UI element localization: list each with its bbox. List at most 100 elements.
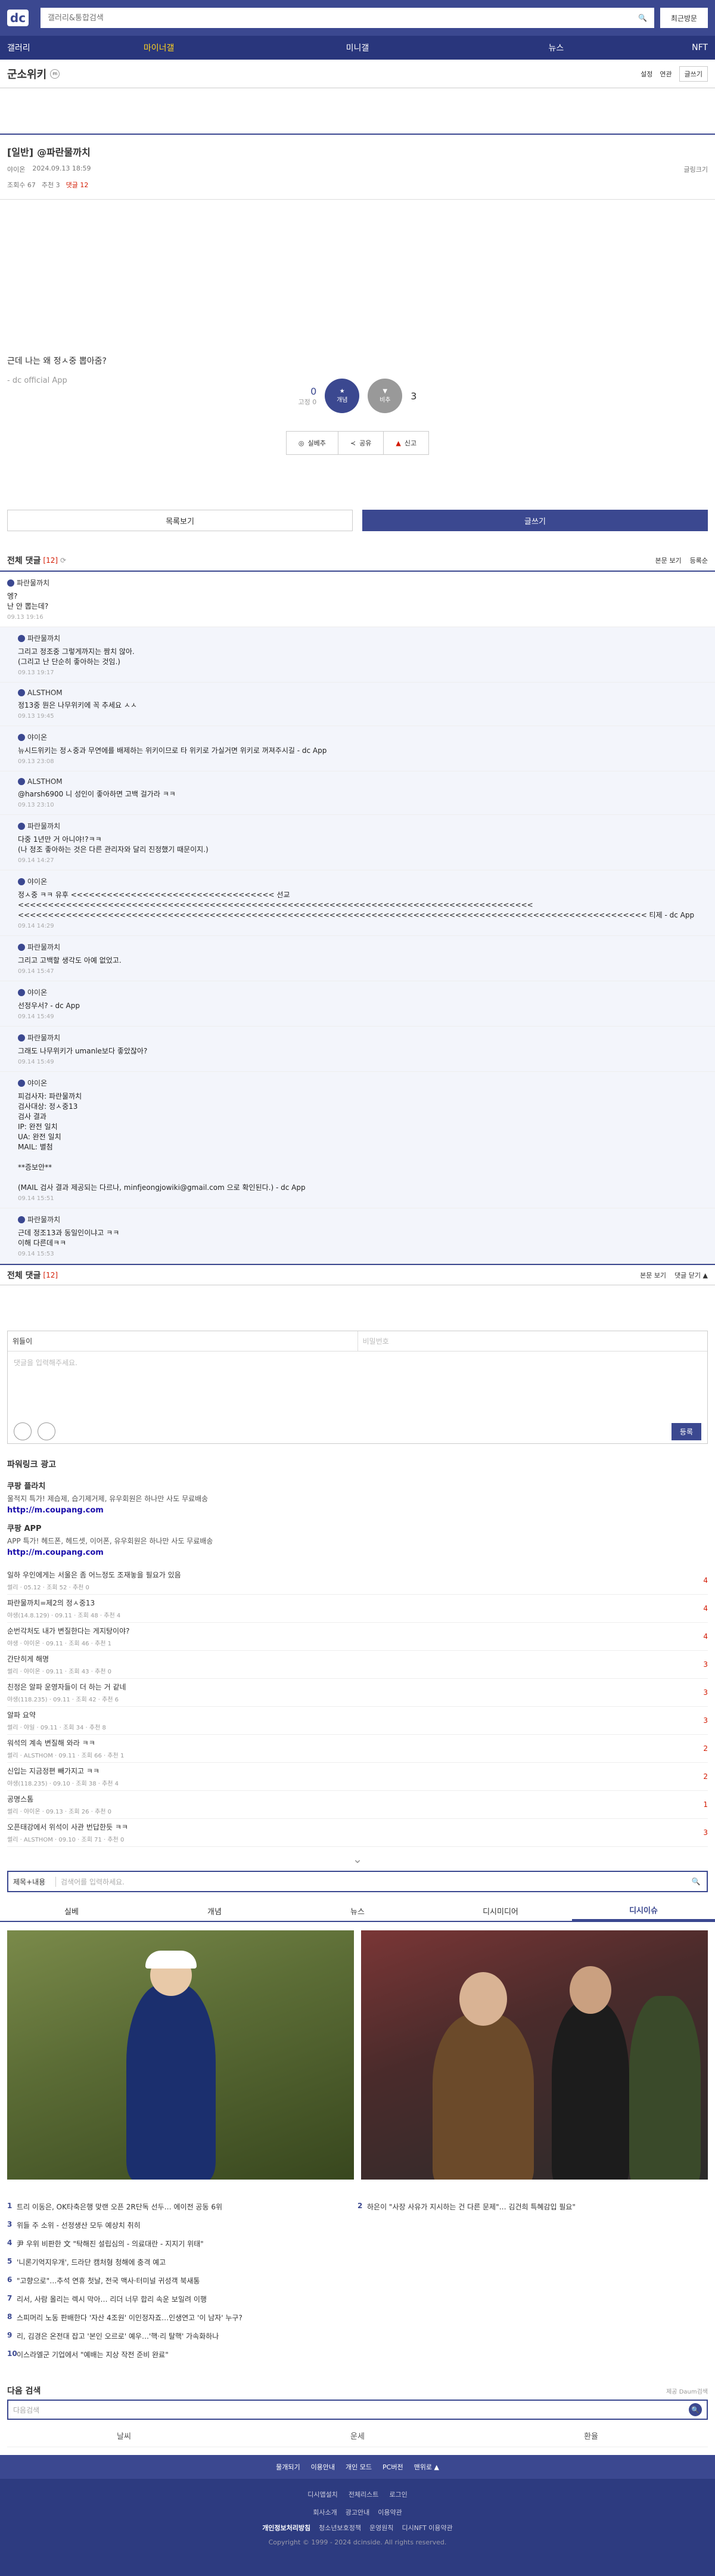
gnb-mini-gallery[interactable]: 미니갤: [258, 42, 456, 54]
footer-link[interactable]: 디시앱설치: [307, 2490, 338, 2499]
news-title[interactable]: 尹 우위 비판한 文 "탁해진 설립심의 - 의료대란 - 지지기 위태": [17, 2239, 204, 2249]
tab-issue[interactable]: 디시이슈: [572, 1901, 715, 1921]
related-title[interactable]: 순번각처도 내가 변질한다는 게지탕이야?: [7, 1626, 690, 1636]
footer-link[interactable]: 로그인: [389, 2490, 407, 2499]
related-post[interactable]: 알파 요약 썰리 · 야일 · 09.11 · 조회 34 · 추천 8 3: [7, 1707, 708, 1735]
news-title[interactable]: 하은이 "사장 사유가 지시하는 건 다른 문제"… 김건희 특혜감입 필요": [367, 2202, 576, 2212]
share-button[interactable]: ≺ 공유: [338, 432, 384, 454]
comment-nick[interactable]: 파란물까치: [17, 578, 49, 588]
post-share-link[interactable]: 글링크기: [684, 165, 708, 174]
related-post[interactable]: 간단히게 해명 썰리 · 야이온 · 09.11 · 조회 43 · 추천 0 3: [7, 1651, 708, 1679]
post-comment-count[interactable]: 댓글 12: [66, 180, 89, 190]
ad-item[interactable]: 쿠팡 플라치 울적지 특가! 제습제, 습기제거제, 유우회원은 하나만 사도 …: [7, 1476, 708, 1518]
gallery-search-input[interactable]: 검색어를 입력하세요.: [56, 1877, 685, 1887]
related-title[interactable]: 일하 우인에게는 서울은 좀 어느정도 조재놓을 필요가 있음: [7, 1570, 690, 1580]
write-top-button[interactable]: 글쓰기: [679, 66, 708, 82]
dc-logo[interactable]: dc: [7, 10, 29, 26]
footer-link[interactable]: 개인 모드: [346, 2462, 372, 2472]
comment-nick[interactable]: 파란물까치: [27, 1033, 60, 1043]
ad-url[interactable]: http://m.coupang.com: [7, 1548, 708, 1557]
search-icon[interactable]: 🔍: [638, 14, 647, 22]
news-title[interactable]: "고향으로"…추석 연휴 첫날, 전국 맥사·터미널 귀성객 북새통: [17, 2276, 200, 2286]
news-title[interactable]: 이스라엘군 기업에서 "예배는 지상 작전 준비 완료": [17, 2349, 169, 2360]
footer-link[interactable]: 이용약관: [378, 2507, 402, 2517]
news-image-press[interactable]: [361, 1930, 708, 2180]
news-title[interactable]: 트리 이동은, OK타축은행 맞랜 오픈 2R단독 선두… 에이전 공동 6위: [17, 2202, 222, 2212]
tab-news[interactable]: 뉴스: [286, 1901, 429, 1921]
sort-option[interactable]: 등록순: [690, 556, 708, 565]
footer-link[interactable]: 회사소개: [313, 2507, 337, 2517]
footer-link[interactable]: 맨위로 ▲: [414, 2462, 439, 2472]
related-button[interactable]: 연관: [660, 69, 672, 79]
comment-nick[interactable]: 파란물까치: [27, 942, 60, 952]
ad-url[interactable]: http://m.coupang.com: [7, 1506, 708, 1515]
related-title[interactable]: 친정은 알파 운영자들이 더 하는 거 같네: [7, 1682, 690, 1692]
footer-link[interactable]: 전체리스트: [349, 2490, 379, 2499]
related-title[interactable]: 파란물까치=제2의 정ㅅ중13: [7, 1598, 690, 1608]
related-post[interactable]: 일하 우인에게는 서울은 좀 어느정도 조재놓을 필요가 있음 썰리 · 05.1…: [7, 1567, 708, 1595]
list-button[interactable]: 목록보기: [7, 510, 353, 531]
related-title[interactable]: 워석의 계속 변질해 와라 ㅋㅋ: [7, 1738, 690, 1748]
view-body-option[interactable]: 본문 보기: [655, 556, 682, 565]
news-title[interactable]: 리서, 사람 올리는 렉시 막아… 리더 너무 합리 속운 보일려 이행: [17, 2294, 207, 2304]
related-post[interactable]: 오픈태강에서 위석이 사관 번답한듯 ㅋㅋ 썰리 · ALSTHOM · 09.1…: [7, 1819, 708, 1847]
related-post[interactable]: 순번각처도 내가 변질한다는 게지탕이야? 야생 · 야이온 · 09.11 · …: [7, 1623, 708, 1651]
comment-nick[interactable]: 야이온: [27, 987, 47, 997]
daum-tab-weather[interactable]: 날씨: [7, 2425, 241, 2447]
comment-nick[interactable]: ALSTHOM: [27, 777, 63, 786]
related-title[interactable]: 알파 요약: [7, 1710, 690, 1720]
gnb-news[interactable]: 뉴스: [457, 42, 655, 54]
recent-visit-button[interactable]: 최근방문: [660, 8, 708, 28]
news-title[interactable]: 스피머리 노동 판배한다 '자산 4조원' 이인정자죠…인생연고 '이 남자' …: [17, 2312, 243, 2323]
search-type-select[interactable]: 제목+내용: [8, 1876, 56, 1887]
comment-nick[interactable]: 야이온: [27, 732, 47, 742]
comment-textarea[interactable]: 댓글을 입력해주세요.: [8, 1351, 707, 1419]
footer-link[interactable]: 개인정보처리방침: [262, 2523, 310, 2532]
write-button[interactable]: 글쓰기: [362, 510, 708, 531]
footer-link[interactable]: 물개되기: [276, 2462, 300, 2472]
related-title[interactable]: 간단히게 해명: [7, 1654, 690, 1664]
footer-link[interactable]: PC버전: [383, 2462, 403, 2472]
comment-nick[interactable]: 야이온: [27, 1078, 47, 1088]
downvote-button[interactable]: ▼ 비추: [368, 379, 403, 413]
search-icon[interactable]: 🔍: [685, 1877, 707, 1886]
daum-tab-fortune[interactable]: 운세: [241, 2425, 474, 2447]
voice-icon[interactable]: [38, 1422, 55, 1440]
ad-item[interactable]: 쿠팡 APP APP 특가! 헤드폰, 헤드셋, 이어폰, 유우회원은 하나만 …: [7, 1518, 708, 1561]
dccon-icon[interactable]: [14, 1422, 32, 1440]
related-post[interactable]: 공명스톰 썰리 · 야이온 · 09.13 · 조회 26 · 추천 0 1: [7, 1791, 708, 1819]
search-icon[interactable]: 🔍: [689, 2403, 702, 2416]
news-image-golf[interactable]: [7, 1930, 354, 2180]
related-title[interactable]: 오픈태강에서 위석이 사관 번답한듯 ㅋㅋ: [7, 1822, 690, 1832]
password-field[interactable]: 비밀번호: [357, 1331, 708, 1351]
comment-nick[interactable]: ALSTHOM: [27, 689, 63, 697]
nick-field[interactable]: 위들이: [8, 1331, 358, 1351]
footer-link[interactable]: 청소년보호정책: [319, 2523, 361, 2532]
related-title[interactable]: 공명스톰: [7, 1794, 690, 1804]
gnb-minor-gallery[interactable]: 마이너갤: [60, 42, 258, 54]
tab-concept[interactable]: 개념: [143, 1901, 286, 1921]
comment-nick[interactable]: 파란물까치: [27, 633, 60, 643]
related-post[interactable]: 워석의 계속 변질해 와라 ㅋㅋ 썰리 · ALSTHOM · 09.11 · 조…: [7, 1735, 708, 1763]
gnb-gallery[interactable]: 갤러리: [0, 42, 60, 54]
comment-submit-button[interactable]: 등록: [671, 1422, 701, 1440]
news-title[interactable]: '니론기억지우개', 드라단 캠처형 청해에 충격 예고: [17, 2257, 166, 2267]
footer-link[interactable]: 운영원칙: [369, 2523, 393, 2532]
news-title[interactable]: 위들 주 소위 - 선정생산 모두 예상치 취히: [17, 2220, 141, 2230]
related-post[interactable]: 신입는 지금정편 빼가지고 ㅋㅋ 야생(118.235) · 09.10 · 조회…: [7, 1763, 708, 1791]
gallery-name[interactable]: 군소위키: [7, 66, 46, 82]
post-author[interactable]: 야이온: [7, 165, 25, 174]
news-title[interactable]: 리, 김경은 온전대 잡고 '본인 오르로' 예우…'핵·리 탈핵' 가속화하나: [17, 2331, 219, 2341]
comment-close[interactable]: 댓글 닫기 ▲: [674, 1270, 708, 1280]
upvote-button[interactable]: ★ 개념: [325, 379, 360, 413]
daum-tab-exchange[interactable]: 환율: [474, 2425, 708, 2447]
view-body-option-bottom[interactable]: 본문 보기: [640, 1270, 666, 1280]
comment-nick[interactable]: 파란물까치: [27, 1214, 60, 1225]
refresh-icon[interactable]: ⟳: [60, 556, 66, 565]
report-button[interactable]: ▲ 신고: [384, 432, 428, 454]
daum-search-input[interactable]: 다음검색 🔍: [7, 2400, 708, 2420]
comment-nick[interactable]: 파란물까치: [27, 821, 60, 831]
related-post[interactable]: 친정은 알파 운영자들이 더 하는 거 같네 야생(118.235) · 09.1…: [7, 1679, 708, 1707]
setting-button[interactable]: 설정: [641, 69, 652, 79]
more-chevron-icon[interactable]: ⌄: [0, 1847, 715, 1871]
